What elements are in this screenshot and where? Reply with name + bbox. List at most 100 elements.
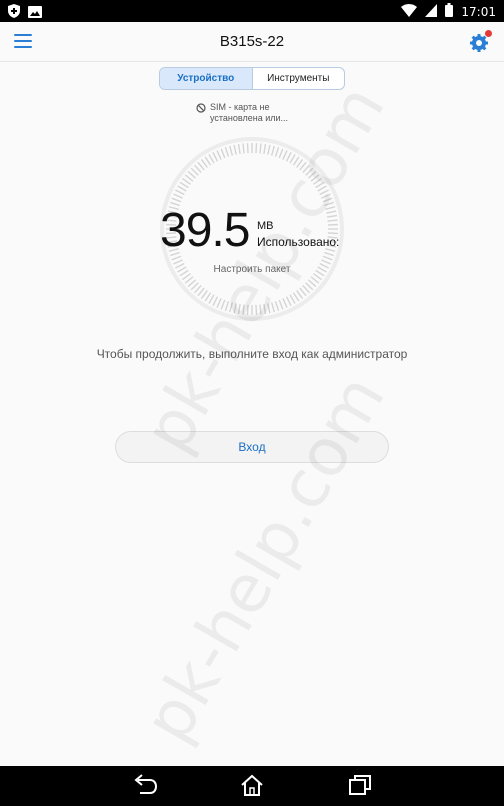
gauge-tick (308, 170, 317, 179)
gauge-tick (193, 164, 202, 173)
gauge-tick (326, 214, 338, 218)
gauge-tick (278, 148, 284, 159)
gauge-tick (220, 299, 226, 310)
tab-device[interactable]: Устройство (160, 68, 253, 89)
gauge-tick (173, 193, 183, 199)
gauge-tick (187, 279, 196, 288)
usage-value: 39.5 (160, 204, 250, 257)
gauge-tick (224, 301, 230, 312)
recents-icon[interactable] (348, 774, 374, 798)
gauge-tick (197, 287, 205, 297)
gauge-tick (305, 282, 314, 291)
gauge-tick (190, 282, 199, 291)
gauge-tick (322, 197, 333, 203)
gauge-tick (190, 167, 199, 176)
gauge-tick (200, 290, 208, 299)
segmented-tabs: Устройство Инструменты (159, 67, 345, 90)
gauge-tick (327, 223, 338, 226)
gauge-tick (327, 219, 338, 222)
gauge-tick (326, 210, 337, 214)
sim-status-text: SIM - карта не установлена или... (210, 102, 289, 123)
usage-label: Использовано: (257, 235, 340, 249)
wifi-icon (401, 3, 418, 20)
gauge-tick (292, 292, 300, 302)
gauge-tick (187, 170, 196, 179)
gauge-tick (325, 206, 336, 211)
navigation-bar (0, 766, 504, 806)
gauge-tick (246, 143, 249, 154)
status-bar: 17:01 (0, 0, 504, 22)
page-title: B315s-22 (219, 33, 285, 50)
clock: 17:01 (461, 4, 496, 19)
gauge-tick (282, 150, 288, 160)
gauge-tick (255, 143, 258, 154)
gauge-tick (216, 298, 222, 308)
usage-unit: MB (257, 220, 274, 232)
gauge-tick (324, 251, 335, 257)
tab-tools[interactable]: Инструменты (253, 68, 345, 89)
gauge-tick (263, 143, 267, 155)
login-hint: Чтобы продолжить, выполните вход как адм… (96, 347, 408, 361)
gauge-tick (242, 143, 245, 154)
home-icon[interactable] (240, 774, 266, 798)
gauge-tick (224, 146, 230, 157)
gauge-tick (259, 143, 262, 154)
gauge-tick (324, 201, 335, 207)
login-button-label[interactable]: Вход (238, 440, 265, 454)
notification-dot (485, 30, 492, 37)
settings-gear-icon[interactable] (468, 30, 492, 54)
gauge-tick (325, 247, 336, 252)
gauge-tick (267, 144, 271, 155)
gauge-tick (220, 148, 226, 159)
gauge-tick (274, 301, 280, 312)
gauge-tick (289, 154, 296, 164)
gauge-tick (305, 167, 314, 176)
gauge-tick (282, 298, 288, 308)
gauge-tick (242, 304, 245, 315)
gauge-tick (289, 294, 296, 304)
gauge-tick (299, 287, 307, 297)
gauge-tick (177, 185, 187, 192)
gauge-tick (179, 181, 189, 189)
gauge-tick (322, 255, 333, 261)
signal-icon (425, 3, 438, 20)
gauge-tick (229, 302, 234, 313)
app-bar: B315s-22 (0, 22, 504, 62)
gauge-tick (182, 177, 191, 185)
gauge-tick (327, 232, 338, 235)
configure-package-label[interactable]: Настроить пакет (214, 264, 291, 275)
gauge-tick (302, 285, 311, 294)
gauge-tick (274, 146, 280, 157)
gauge-tick (204, 156, 212, 166)
watermark: pk-help.com (128, 362, 400, 755)
gauge-tick (184, 174, 194, 182)
gauge-tick (267, 303, 271, 314)
gauge-tick (175, 189, 185, 196)
sim-status: SIM - карта не установлена или... (196, 102, 316, 124)
back-icon[interactable] (134, 774, 160, 798)
gauge-tick (233, 303, 237, 314)
gauge-tick (278, 299, 284, 310)
configure-package-link[interactable]: Настроить пакет (0, 264, 504, 275)
shield-icon (8, 4, 20, 23)
gauge-tick (216, 150, 222, 160)
gauge-tick (229, 145, 234, 156)
gauge-tick (296, 159, 304, 168)
gauge-tick (200, 159, 208, 168)
gauge-tick (255, 304, 258, 315)
gauge-tick (310, 174, 320, 182)
battery-icon (445, 3, 454, 20)
gauge-tick (259, 304, 262, 315)
gauge-tick (270, 145, 275, 156)
gauge-tick (321, 193, 331, 199)
gauge-tick (285, 296, 292, 306)
gauge-tick (208, 154, 215, 164)
gauge-tick (319, 189, 329, 196)
gauge-tick (302, 164, 311, 173)
gauge-tick (310, 276, 320, 284)
login-button[interactable]: Вход (115, 431, 389, 463)
gauge-tick (299, 161, 307, 171)
gauge-tick (184, 276, 194, 284)
gauge-tick (197, 161, 205, 171)
gauge-tick (193, 285, 202, 294)
